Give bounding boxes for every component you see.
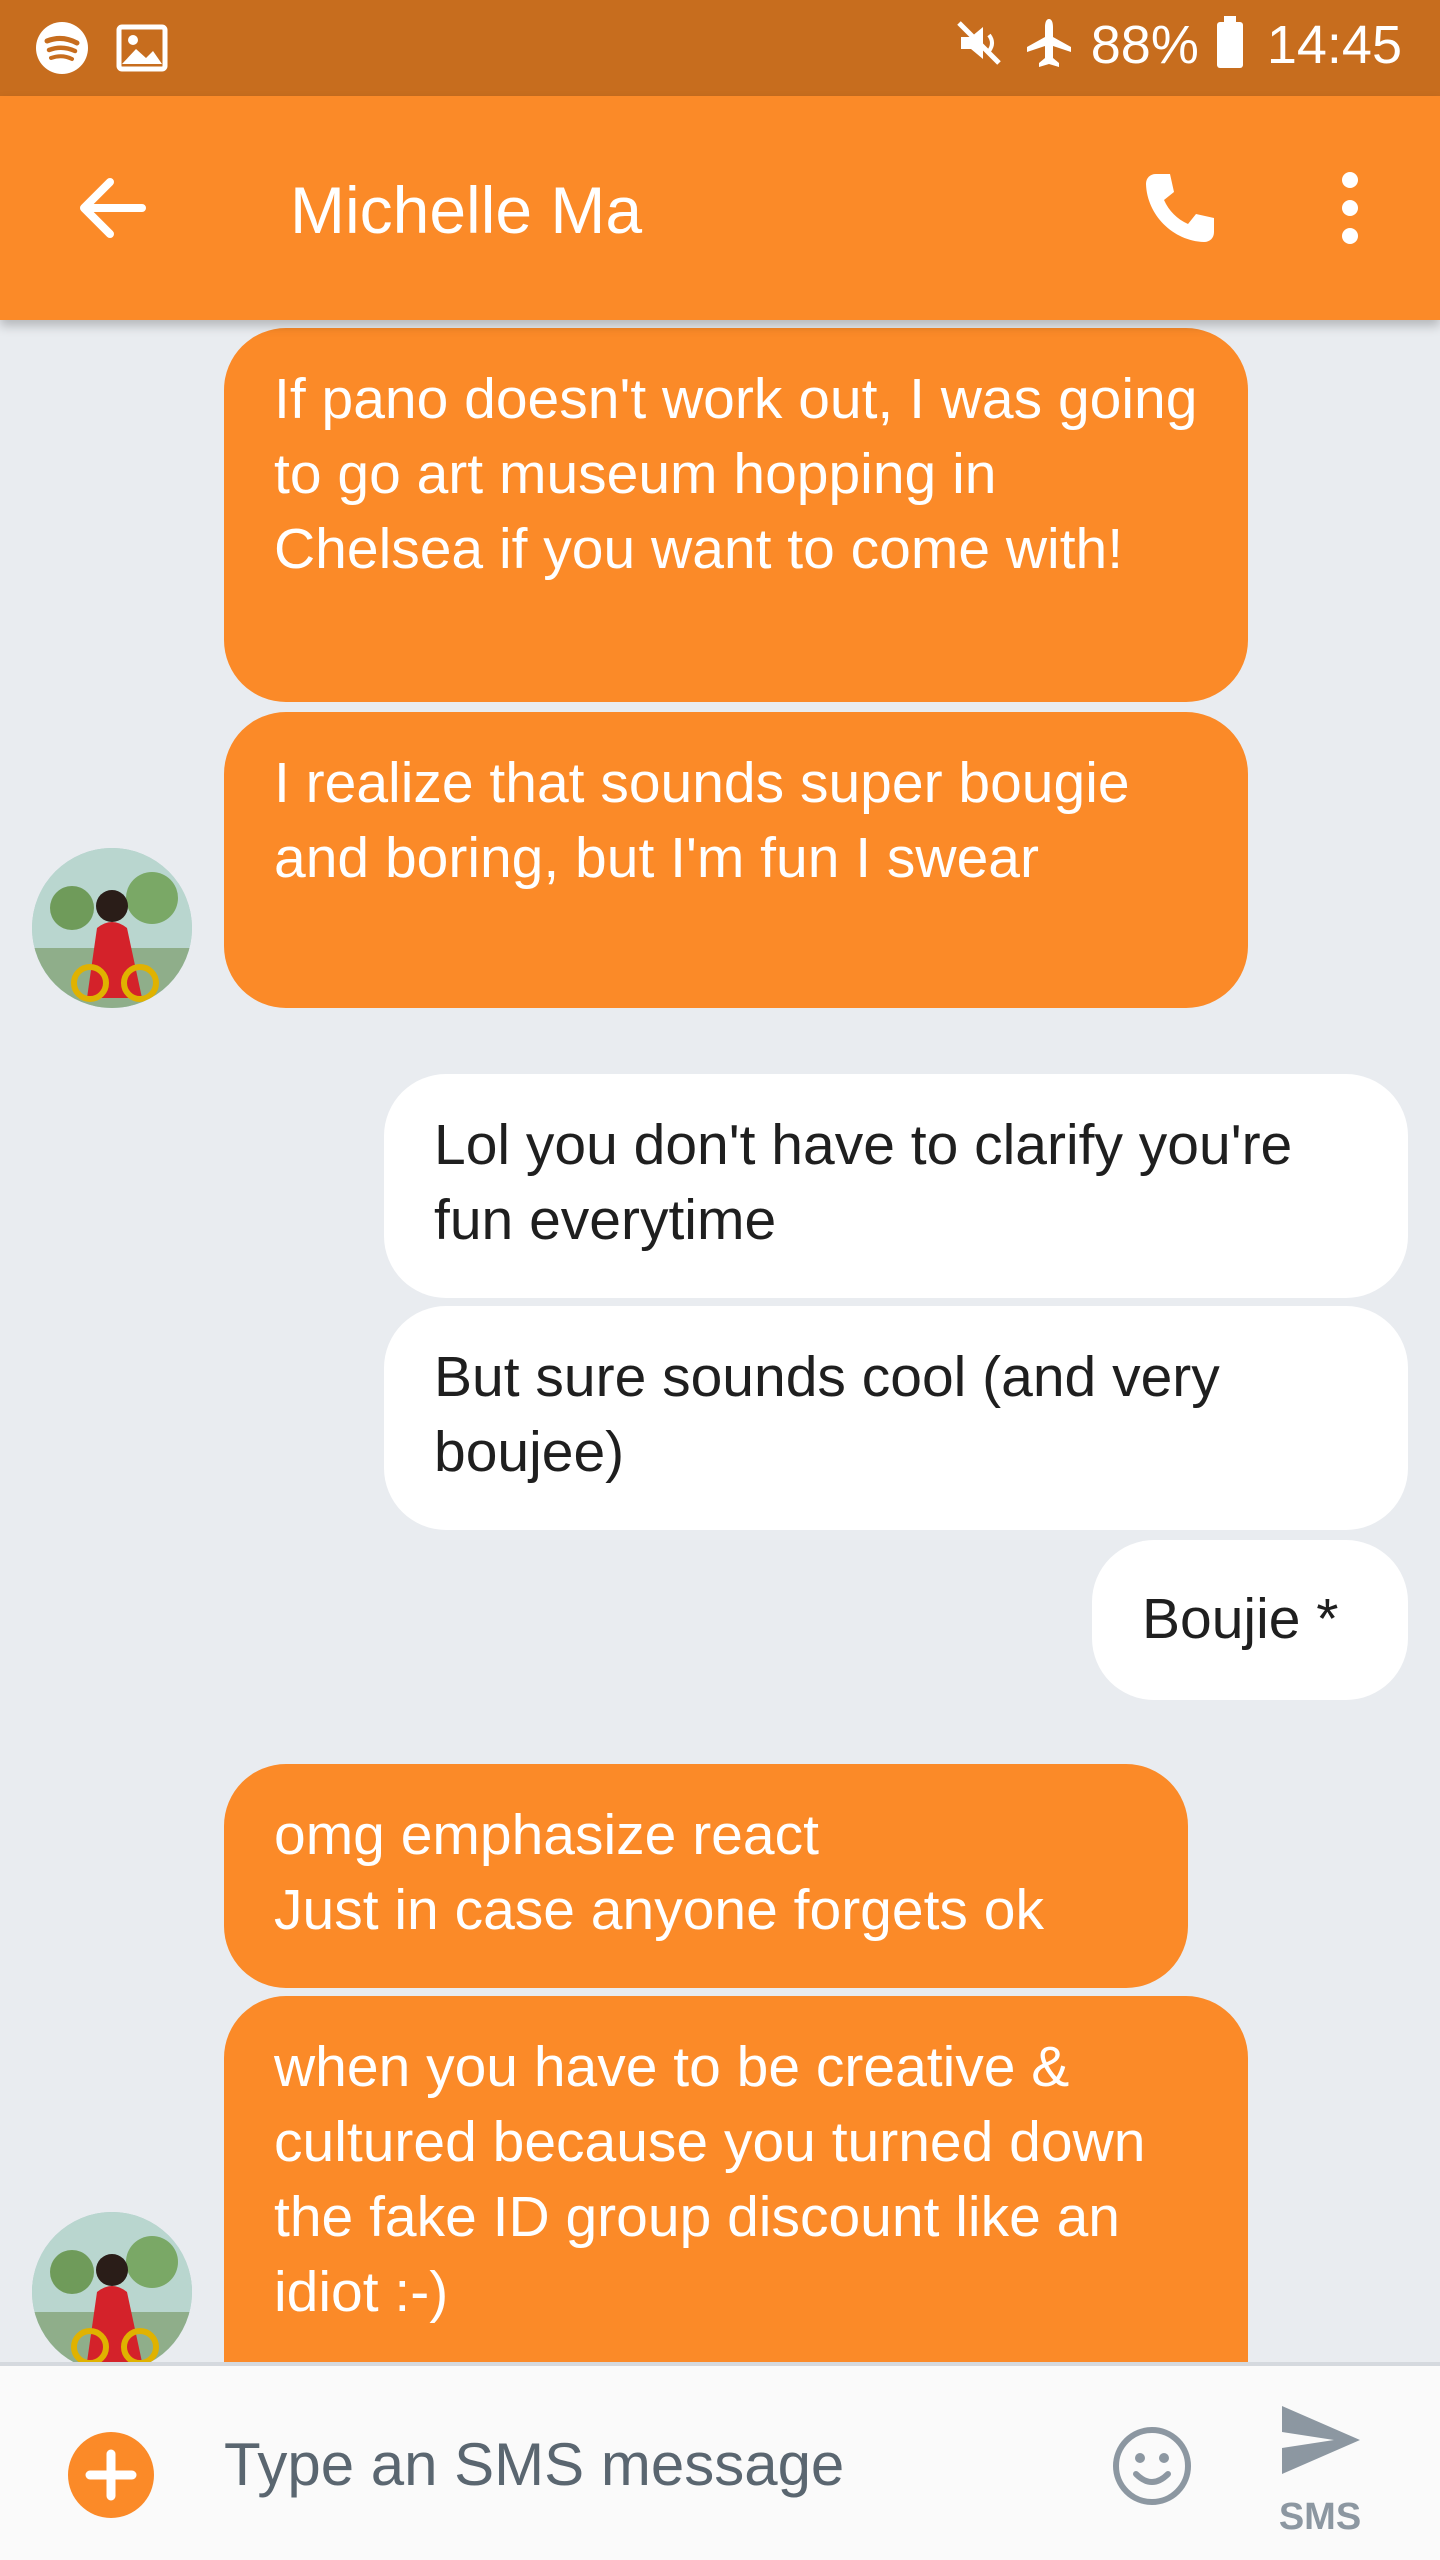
message-outgoing[interactable]: Boujie * — [1092, 1540, 1408, 1700]
message-incoming[interactable]: I realize that sounds super bougie and b… — [224, 712, 1248, 1008]
send-icon — [1278, 2400, 1364, 2485]
arrow-back-icon[interactable] — [72, 168, 152, 248]
contact-avatar[interactable] — [32, 2212, 192, 2372]
image-icon — [116, 24, 168, 77]
contact-avatar[interactable] — [32, 848, 192, 1008]
spotify-icon — [34, 20, 90, 81]
status-bar: 88% 14:45 — [0, 0, 1440, 96]
compose-bar: SMS — [0, 2362, 1440, 2560]
send-button[interactable]: SMS — [1270, 2400, 1370, 2540]
message-outgoing[interactable]: But sure sounds cool (and very boujee) — [384, 1306, 1408, 1530]
battery-percent: 88% — [1090, 15, 1199, 75]
message-input[interactable] — [224, 2414, 1064, 2514]
app-bar: Michelle Ma — [0, 96, 1440, 320]
message-incoming[interactable]: omg emphasize react Just in case anyone … — [224, 1764, 1188, 1988]
mute-icon — [951, 15, 1007, 76]
send-label: SMS — [1278, 2496, 1362, 2538]
more-vert-icon[interactable] — [1320, 168, 1380, 248]
message-outgoing[interactable]: Lol you don't have to clarify you're fun… — [384, 1074, 1408, 1298]
battery-icon — [1216, 16, 1243, 68]
airplane-icon — [1021, 15, 1077, 76]
message-incoming[interactable]: If pano doesn't work out, I was going to… — [224, 328, 1248, 702]
add-circle-icon[interactable] — [68, 2432, 154, 2518]
message-incoming[interactable]: when you have to be creative & cultured … — [224, 1996, 1248, 2362]
phone-icon[interactable] — [1140, 168, 1220, 248]
emoji-icon[interactable] — [1110, 2424, 1194, 2508]
conversation-title: Michelle Ma — [290, 173, 643, 247]
clock: 14:45 — [1266, 15, 1402, 75]
